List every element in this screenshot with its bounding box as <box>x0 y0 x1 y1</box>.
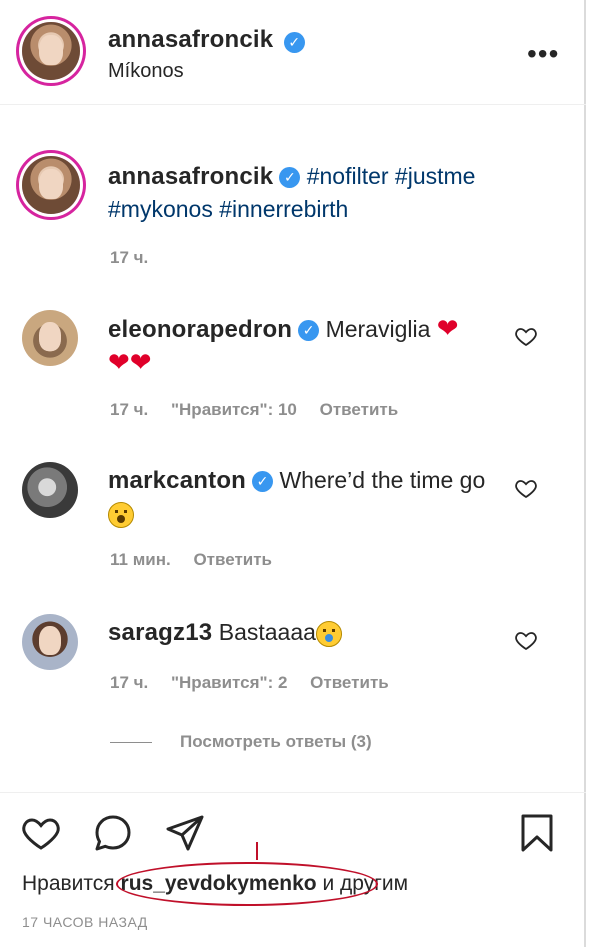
comment-text: Where’d the time go <box>279 467 486 493</box>
actions-divider <box>0 792 586 793</box>
reply-button[interactable]: Ответить <box>193 550 272 569</box>
header-avatar[interactable] <box>22 22 80 80</box>
comment-likes[interactable]: "Нравится": 2 <box>171 673 287 692</box>
comment: eleonorapedron ✓ Meraviglia ❤ ❤❤ <box>108 312 488 379</box>
annotation-tick <box>256 842 258 860</box>
comment-username[interactable]: markcanton <box>108 467 246 494</box>
comment-meta: 11 мин. Ответить <box>110 550 272 570</box>
reply-button[interactable]: Ответить <box>310 673 389 692</box>
header-user: annasafroncik ✓ <box>108 26 305 54</box>
laughing-face-emoji <box>315 620 342 647</box>
reply-button[interactable]: Ответить <box>320 400 399 419</box>
comment-avatar[interactable] <box>22 310 78 366</box>
edge-strip <box>586 0 600 947</box>
comment-time: 17 ч. <box>110 673 149 692</box>
comment-time: 11 мин. <box>110 550 171 569</box>
caption-username[interactable]: annasafroncik <box>108 163 273 190</box>
heart-icon[interactable] <box>514 476 538 500</box>
comment-text: Bastaaaa <box>218 619 316 645</box>
verified-icon: ✓ <box>252 471 274 493</box>
red-heart-emoji: ❤ <box>436 313 459 343</box>
header-divider <box>0 104 586 105</box>
comment: saragz13 Bastaaaa <box>108 616 488 649</box>
heart-icon[interactable] <box>514 324 538 348</box>
comment-username[interactable]: saragz13 <box>108 619 212 646</box>
view-replies-label: Посмотреть ответы (3) <box>180 732 372 751</box>
bookmark-icon[interactable] <box>516 812 558 854</box>
verified-icon: ✓ <box>279 167 301 189</box>
caption-time: 17 ч. <box>110 248 149 267</box>
verified-icon: ✓ <box>298 320 320 342</box>
caption-avatar[interactable] <box>22 156 80 214</box>
view-replies-button[interactable]: Посмотреть ответы (3) <box>110 732 372 752</box>
annotation-ellipse <box>116 862 378 906</box>
comment-meta: 17 ч. "Нравится": 2 Ответить <box>110 673 389 693</box>
more-icon[interactable]: ••• <box>527 38 559 70</box>
header-username[interactable]: annasafroncik <box>108 26 273 53</box>
verified-icon: ✓ <box>283 32 305 54</box>
red-heart-emoji: ❤❤ <box>108 347 152 377</box>
comment-avatar[interactable] <box>22 462 78 518</box>
heart-icon[interactable] <box>514 628 538 652</box>
comment-time: 17 ч. <box>110 400 149 419</box>
comment: markcanton ✓ Where’d the time go <box>108 464 488 529</box>
comment-meta: 17 ч. "Нравится": 10 Ответить <box>110 400 398 420</box>
location-link[interactable]: Míkonos <box>108 60 184 83</box>
comment-icon[interactable] <box>92 812 134 854</box>
comment-username[interactable]: eleonorapedron <box>108 316 292 343</box>
heart-icon[interactable] <box>20 812 62 854</box>
replies-divider-line <box>110 742 152 744</box>
surprised-face-emoji <box>108 501 134 528</box>
comment-avatar[interactable] <box>22 614 78 670</box>
share-icon[interactable] <box>164 812 206 854</box>
comment-likes[interactable]: "Нравится": 10 <box>171 400 297 419</box>
caption: annasafroncik ✓ #nofilter #justme #mykono… <box>108 160 548 225</box>
post-time-ago: 17 ЧАСОВ НАЗАД <box>22 914 148 930</box>
comment-text: Meraviglia <box>325 316 431 342</box>
likes-prefix: Нравится <box>22 872 115 895</box>
